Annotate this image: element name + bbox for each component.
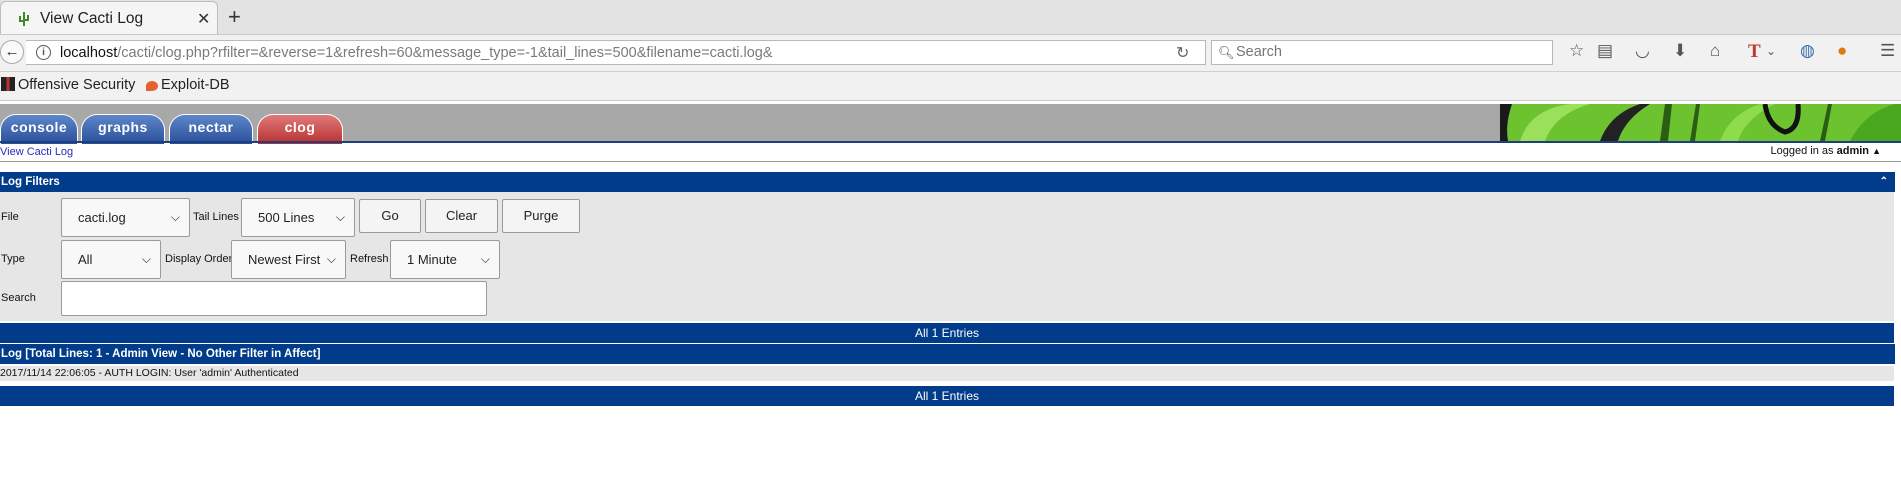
type-select[interactable]: All ⌵ bbox=[61, 240, 161, 279]
clear-button[interactable]: Clear bbox=[425, 199, 498, 233]
search-icon: 🔍︎ bbox=[1218, 45, 1235, 60]
refresh-label: Refresh bbox=[350, 253, 389, 265]
site-info-icon[interactable]: i bbox=[36, 45, 51, 60]
bookmark-exploit-db[interactable]: Exploit-DB bbox=[146, 77, 230, 93]
go-button[interactable]: Go bbox=[359, 199, 421, 233]
chevron-down-icon: ⌵ bbox=[480, 252, 490, 266]
home-icon[interactable]: ⌂ bbox=[1710, 41, 1720, 61]
log-filters-header: Log Filters ⌃ bbox=[0, 172, 1895, 192]
back-button[interactable]: ← bbox=[0, 40, 24, 64]
display-order-select[interactable]: Newest First ⌵ bbox=[231, 240, 346, 279]
chevron-down-icon[interactable]: ⌄ bbox=[1766, 44, 1776, 58]
translate-t-icon[interactable]: T bbox=[1748, 41, 1761, 63]
menu-icon[interactable]: ☰ bbox=[1880, 41, 1895, 61]
bookmarks-toolbar: Offensive Security Exploit-DB bbox=[0, 72, 1901, 101]
tab-console[interactable]: console bbox=[0, 114, 78, 144]
offensive-security-icon bbox=[1, 77, 15, 91]
log-line: 2017/11/14 22:06:05 - AUTH LOGIN: User '… bbox=[0, 366, 1894, 381]
bookmark-offensive-security[interactable]: Offensive Security bbox=[1, 77, 135, 93]
reader-list-icon[interactable]: ▤ bbox=[1597, 41, 1613, 61]
username: admin bbox=[1836, 145, 1870, 157]
refresh-select[interactable]: 1 Minute ⌵ bbox=[390, 240, 500, 279]
chevron-down-icon: ⌵ bbox=[335, 210, 345, 224]
download-icon[interactable]: ⬇ bbox=[1673, 41, 1687, 61]
browser-tab-strip: View Cacti Log ✕ + bbox=[0, 0, 1901, 35]
url-text[interactable]: localhost/cacti/clog.php?rfilter=&revers… bbox=[60, 45, 773, 61]
breadcrumb-divider bbox=[0, 161, 1901, 162]
reload-icon[interactable]: ↻ bbox=[1176, 43, 1189, 63]
search-input[interactable] bbox=[1234, 43, 1538, 61]
pocket-icon[interactable]: ◡ bbox=[1635, 41, 1650, 61]
type-label: Type bbox=[1, 253, 25, 265]
tab-clog[interactable]: clog bbox=[257, 114, 343, 144]
collapse-up-icon[interactable]: ▲ bbox=[1872, 146, 1881, 156]
log-filters-panel: File cacti.log ⌵ Tail Lines 500 Lines ⌵ Go… bbox=[0, 192, 1894, 321]
address-bar[interactable]: i localhost/cacti/clog.php?rfilter=&reve… bbox=[26, 40, 1206, 65]
purge-button[interactable]: Purge bbox=[502, 199, 580, 233]
cacti-logo-banner bbox=[1500, 104, 1901, 141]
chevron-down-icon: ⌵ bbox=[326, 252, 336, 266]
tail-lines-label: Tail Lines bbox=[193, 211, 239, 223]
log-header: Log [Total Lines: 1 - Admin View - No Ot… bbox=[0, 344, 1895, 364]
exploit-db-icon bbox=[146, 81, 158, 91]
file-select[interactable]: cacti.log ⌵ bbox=[61, 198, 190, 237]
extension-icon[interactable]: ● bbox=[1837, 41, 1847, 61]
cacti-header: console graphs nectar clog bbox=[0, 104, 1901, 144]
globe-icon[interactable]: ◍ bbox=[1800, 41, 1815, 61]
breadcrumb[interactable]: View Cacti Log bbox=[0, 146, 73, 158]
tab-nectar[interactable]: nectar bbox=[169, 114, 253, 144]
bookmark-star-icon[interactable]: ☆ bbox=[1569, 41, 1584, 61]
search-label: Search bbox=[1, 292, 36, 304]
tab-graphs[interactable]: graphs bbox=[81, 114, 165, 144]
collapse-panel-icon[interactable]: ⌃ bbox=[1880, 172, 1888, 192]
close-tab-icon[interactable]: ✕ bbox=[197, 9, 210, 29]
file-label: File bbox=[1, 211, 19, 223]
entries-count-bottom: All 1 Entries bbox=[0, 386, 1894, 406]
new-tab-button[interactable]: + bbox=[228, 4, 241, 30]
search-bar[interactable]: 🔍︎ bbox=[1211, 40, 1553, 65]
chevron-down-icon: ⌵ bbox=[170, 210, 180, 224]
cactus-favicon-icon bbox=[19, 12, 29, 26]
entries-count-top: All 1 Entries bbox=[0, 323, 1894, 343]
header-divider bbox=[0, 141, 1901, 143]
browser-tab[interactable]: View Cacti Log ✕ bbox=[0, 1, 218, 34]
browser-tab-title: View Cacti Log bbox=[40, 10, 144, 27]
login-status: Logged in as admin ▲ bbox=[1770, 145, 1881, 157]
chevron-down-icon: ⌵ bbox=[141, 252, 151, 266]
log-search-input[interactable] bbox=[61, 281, 487, 316]
browser-nav-bar: ← i localhost/cacti/clog.php?rfilter=&re… bbox=[0, 35, 1901, 72]
display-order-label: Display Order bbox=[165, 253, 233, 265]
tail-lines-select[interactable]: 500 Lines ⌵ bbox=[241, 198, 355, 237]
